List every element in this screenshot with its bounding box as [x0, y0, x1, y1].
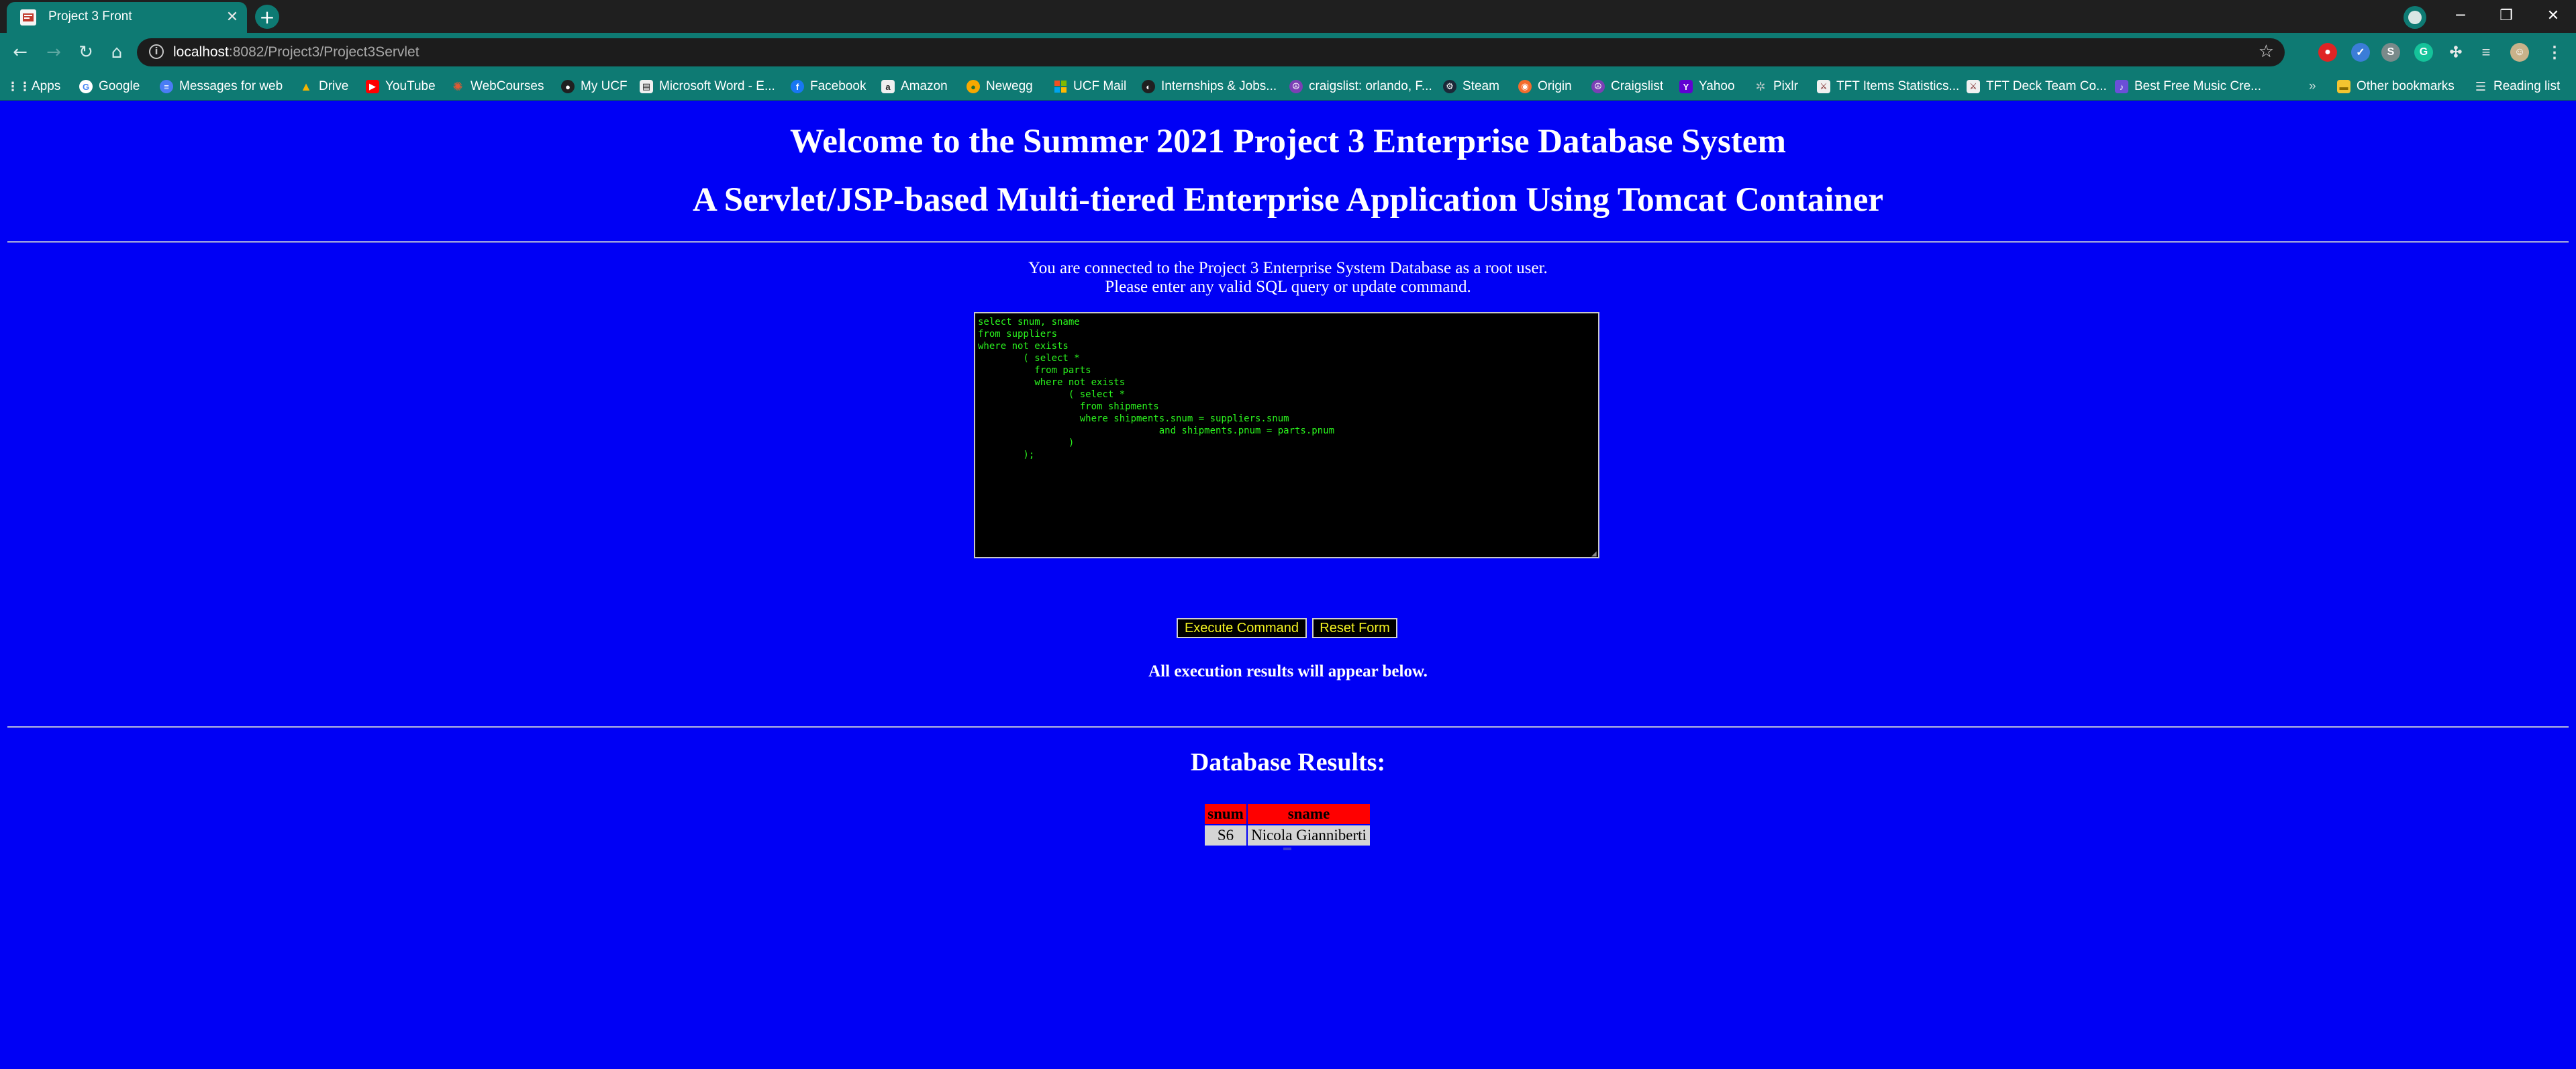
home-icon[interactable]: ⌂: [105, 40, 129, 64]
page-title: Welcome to the Summer 2021 Project 3 Ent…: [790, 123, 1786, 160]
page-subtitle: A Servlet/JSP-based Multi-tiered Enterpr…: [692, 181, 1884, 219]
reload-icon[interactable]: ↻: [74, 40, 98, 64]
address-bar[interactable]: i localhost:8082/Project3/Project3Servle…: [137, 38, 2285, 66]
bookmark-item[interactable]: ☮ Craigslist: [1591, 78, 1663, 95]
extension-adblock-icon[interactable]: ●: [2318, 43, 2337, 62]
url-text[interactable]: localhost:8082/Project3/Project3Servlet: [173, 44, 419, 60]
jobs-icon: ◐: [1142, 80, 1155, 93]
bookmark-item[interactable]: ▶ YouTube: [366, 78, 436, 95]
execute-command-button[interactable]: Execute Command: [1177, 618, 1307, 638]
column-header-snum: snum: [1205, 804, 1246, 824]
table-cell-sname: Nicola Gianniberti: [1248, 825, 1370, 846]
table-trailer-mark: [1283, 848, 1291, 850]
ucf-icon: ●: [561, 80, 575, 93]
drive-icon: ▲: [300, 79, 312, 93]
tab-close-icon[interactable]: ✕: [223, 7, 242, 26]
bookmark-item[interactable]: ◉ Origin: [1518, 78, 1572, 95]
webcourses-icon: ✺: [452, 79, 463, 93]
yahoo-icon: Y: [1679, 80, 1693, 93]
new-tab-button[interactable]: +: [255, 5, 279, 29]
youtube-icon: ▶: [366, 80, 379, 93]
origin-icon: ◉: [1518, 80, 1532, 93]
results-table: snum sname S6 Nicola Gianniberti: [1203, 803, 1371, 847]
tab-title: Project 3 Front: [48, 9, 132, 23]
instruction-text: Please enter any valid SQL query or upda…: [1105, 278, 1471, 296]
table-header-row: snum sname: [1205, 804, 1370, 824]
bookmark-item[interactable]: G Google: [79, 78, 140, 95]
bookmarks-bar: ⋮⋮ Apps G Google ≡ Messages for web ▲ Drive …: [0, 72, 2576, 101]
other-bookmarks[interactable]: ▬ Other bookmarks: [2337, 78, 2455, 95]
bookmark-item[interactable]: ≡ Messages for web: [160, 78, 283, 95]
account-avatar[interactable]: ☺: [2510, 43, 2529, 62]
bookmark-item[interactable]: ♪ Best Free Music Cre...: [2115, 78, 2261, 95]
bookmark-item[interactable]: a Amazon: [881, 78, 948, 95]
bookmark-item[interactable]: UCF Mail: [1054, 78, 1126, 95]
column-header-sname: sname: [1248, 804, 1370, 824]
bookmark-item[interactable]: ⚔ TFT Items Statistics...: [1817, 78, 1959, 95]
table-cell-snum: S6: [1205, 825, 1246, 846]
pixlr-icon: ✲: [1755, 79, 1766, 93]
tft-icon: ⚔: [1817, 80, 1830, 93]
bookmark-item[interactable]: f Facebook: [791, 78, 866, 95]
restore-button[interactable]: ❐: [2483, 0, 2529, 31]
textarea-resize-handle[interactable]: ◢: [1591, 550, 1598, 558]
close-window-button[interactable]: ✕: [2530, 0, 2576, 31]
reading-mode-icon[interactable]: ≡: [2477, 43, 2495, 62]
peace-icon: ☮: [1289, 80, 1303, 93]
bookmark-item[interactable]: ⚙ Steam: [1443, 78, 1499, 95]
amazon-icon: a: [881, 80, 895, 93]
reading-list[interactable]: ☰ Reading list: [2474, 78, 2560, 95]
results-heading: Database Results:: [1190, 748, 1386, 776]
bookmark-item[interactable]: ⋮⋮ Apps: [7, 78, 60, 95]
tft-icon: ⚔: [1967, 80, 1980, 93]
bookmark-item[interactable]: ▤ Microsoft Word - E...: [640, 78, 775, 95]
back-icon[interactable]: ←: [8, 40, 32, 64]
reading-list-icon: ☰: [2475, 79, 2487, 93]
folder-icon: ▬: [2337, 80, 2350, 93]
grammarly-icon[interactable]: G: [2414, 43, 2433, 62]
bookmark-item[interactable]: ✲ Pixlr: [1754, 78, 1798, 95]
music-icon: ♪: [2115, 80, 2128, 93]
reset-form-button[interactable]: Reset Form: [1312, 618, 1397, 638]
table-row: S6 Nicola Gianniberti: [1205, 825, 1370, 846]
bookmarks-overflow-icon[interactable]: »: [2309, 78, 2316, 95]
google-icon: G: [79, 80, 93, 93]
forward-icon[interactable]: →: [42, 40, 66, 64]
facebook-icon: f: [791, 80, 804, 93]
peace-icon: ☮: [1591, 80, 1605, 93]
microsoft-icon: [1054, 80, 1067, 93]
minimize-button[interactable]: ─: [2438, 0, 2483, 31]
browser-toolbar: ← → ↻ ⌂ i localhost:8082/Project3/Projec…: [0, 33, 2576, 72]
page-body: Welcome to the Summer 2021 Project 3 Ent…: [0, 101, 2576, 1069]
menu-kebab-icon[interactable]: ⋮: [2545, 43, 2564, 62]
bookmark-item[interactable]: ⚔ TFT Deck Team Co...: [1967, 78, 2107, 95]
bookmark-item[interactable]: ◐ Internships & Jobs...: [1142, 78, 1277, 95]
bookmark-item[interactable]: ▲ Drive: [299, 78, 348, 95]
results-note: All execution results will appear below.: [1148, 662, 1428, 680]
divider-bottom: [7, 726, 2569, 728]
sql-command-input[interactable]: select snum, sname from suppliers where …: [974, 312, 1599, 558]
newegg-icon: ●: [967, 80, 980, 93]
bookmark-item[interactable]: ☮ craigslist: orlando, F...: [1289, 78, 1432, 95]
connection-message: You are connected to the Project 3 Enter…: [0, 259, 2576, 297]
apps-grid-icon: ⋮⋮: [7, 79, 31, 93]
bookmark-item[interactable]: ✺ WebCourses: [451, 78, 544, 95]
connection-status-text: You are connected to the Project 3 Enter…: [1028, 259, 1548, 277]
bookmark-item[interactable]: ● My UCF: [561, 78, 628, 95]
browser-tab[interactable]: Project 3 Front ✕: [7, 2, 247, 33]
document-icon: ▤: [640, 80, 653, 93]
bookmark-item[interactable]: Y Yahoo: [1679, 78, 1735, 95]
bookmark-star-icon[interactable]: ☆: [2259, 42, 2274, 62]
page-favicon-icon: [20, 9, 36, 26]
steam-icon: ⚙: [1443, 80, 1456, 93]
divider-top: [7, 241, 2569, 243]
bookmark-item[interactable]: ● Newegg: [967, 78, 1033, 95]
extension-icon[interactable]: ✓: [2351, 43, 2370, 62]
extension-icon[interactable]: S: [2381, 43, 2400, 62]
extensions-puzzle-icon[interactable]: ✣: [2446, 43, 2465, 62]
tab-strip: Project 3 Front ✕ + ─ ❐ ✕: [0, 0, 2576, 33]
profile-icon[interactable]: [2404, 6, 2426, 29]
messages-icon: ≡: [160, 80, 173, 93]
site-info-icon[interactable]: i: [149, 44, 164, 59]
